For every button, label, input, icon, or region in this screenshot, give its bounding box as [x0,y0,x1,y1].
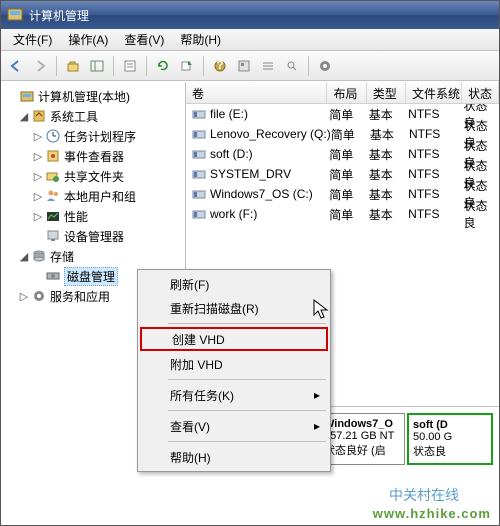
ctx-attach-vhd[interactable]: 附加 VHD [140,352,328,376]
watermark-brand: 中关村在线 [389,485,459,505]
tree-localusers[interactable]: ▷本地用户和组 [3,186,183,206]
ctx-rescan[interactable]: 重新扫描磁盘(R) [140,296,328,320]
col-fs[interactable]: 文件系统 [406,82,462,103]
tree-eventvwr[interactable]: ▷事件查看器 [3,146,183,166]
settings-button[interactable] [233,55,255,77]
volume-list-header: 卷 布局 类型 文件系统 状态 [186,82,499,104]
tree-tasksched[interactable]: ▷任务计划程序 [3,126,183,146]
show-hide-button[interactable] [86,55,108,77]
tree-root[interactable]: 计算机管理(本地) [3,86,183,106]
watermark-url: www.hzhike.com [373,506,491,521]
back-button[interactable] [5,55,27,77]
volume-row[interactable]: Lenovo_Recovery (Q:)简单基本NTFS状态良 [186,124,499,144]
forward-button[interactable] [29,55,51,77]
volume-row[interactable]: soft (D:)简单基本NTFS状态良 [186,144,499,164]
volume-row[interactable]: Windows7_OS (C:)简单基本NTFS状态良 [186,184,499,204]
ctx-help[interactable]: 帮助(H) [140,445,328,469]
ctx-all-tasks[interactable]: 所有任务(K)▸ [140,383,328,407]
ctx-create-vhd[interactable]: 创建 VHD [140,327,328,351]
menu-file[interactable]: 文件(F) [5,29,60,50]
tree-storage[interactable]: ◢存储 [3,246,183,266]
ctx-view[interactable]: 查看(V)▸ [140,414,328,438]
tree-systools[interactable]: ◢系统工具 [3,106,183,126]
ctx-refresh[interactable]: 刷新(F) [140,272,328,296]
tree-perf[interactable]: ▷性能 [3,206,183,226]
context-menu: 刷新(F) 重新扫描磁盘(R) 创建 VHD 附加 VHD 所有任务(K)▸ 查… [137,269,331,472]
volume-row[interactable]: SYSTEM_DRV简单基本NTFS状态良 [186,164,499,184]
export-button[interactable] [176,55,198,77]
find-button[interactable] [281,55,303,77]
window-title: 计算机管理 [29,7,89,24]
menu-bar: 文件(F) 操作(A) 查看(V) 帮助(H) [1,29,499,51]
disk-partition-box[interactable]: soft (D50.00 G状态良 [407,413,493,465]
volume-row[interactable]: file (E:)简单基本NTFS状态良 [186,104,499,124]
col-layout[interactable]: 布局 [327,82,366,103]
disk-partition-box[interactable]: Windows7_O157.21 GB NT状态良好 (启 [319,413,405,465]
tree-devmgr[interactable]: 设备管理器 [3,226,183,246]
title-bar: 计算机管理 [1,1,499,29]
menu-view[interactable]: 查看(V) [116,29,172,50]
toolbar: ? [1,51,499,81]
options-button[interactable] [314,55,336,77]
properties-button[interactable] [119,55,141,77]
up-button[interactable] [62,55,84,77]
help-button[interactable]: ? [209,55,231,77]
menu-help[interactable]: 帮助(H) [172,29,229,50]
svg-text:?: ? [216,59,223,72]
tree-shared[interactable]: ▷共享文件夹 [3,166,183,186]
volume-row[interactable]: work (F:)简单基本NTFS状态良 [186,204,499,224]
app-icon [7,7,23,23]
menu-action[interactable]: 操作(A) [60,29,116,50]
col-status[interactable]: 状态 [462,82,499,103]
refresh-button[interactable] [152,55,174,77]
col-volume[interactable]: 卷 [186,82,327,103]
list-button[interactable] [257,55,279,77]
col-type[interactable]: 类型 [367,82,406,103]
